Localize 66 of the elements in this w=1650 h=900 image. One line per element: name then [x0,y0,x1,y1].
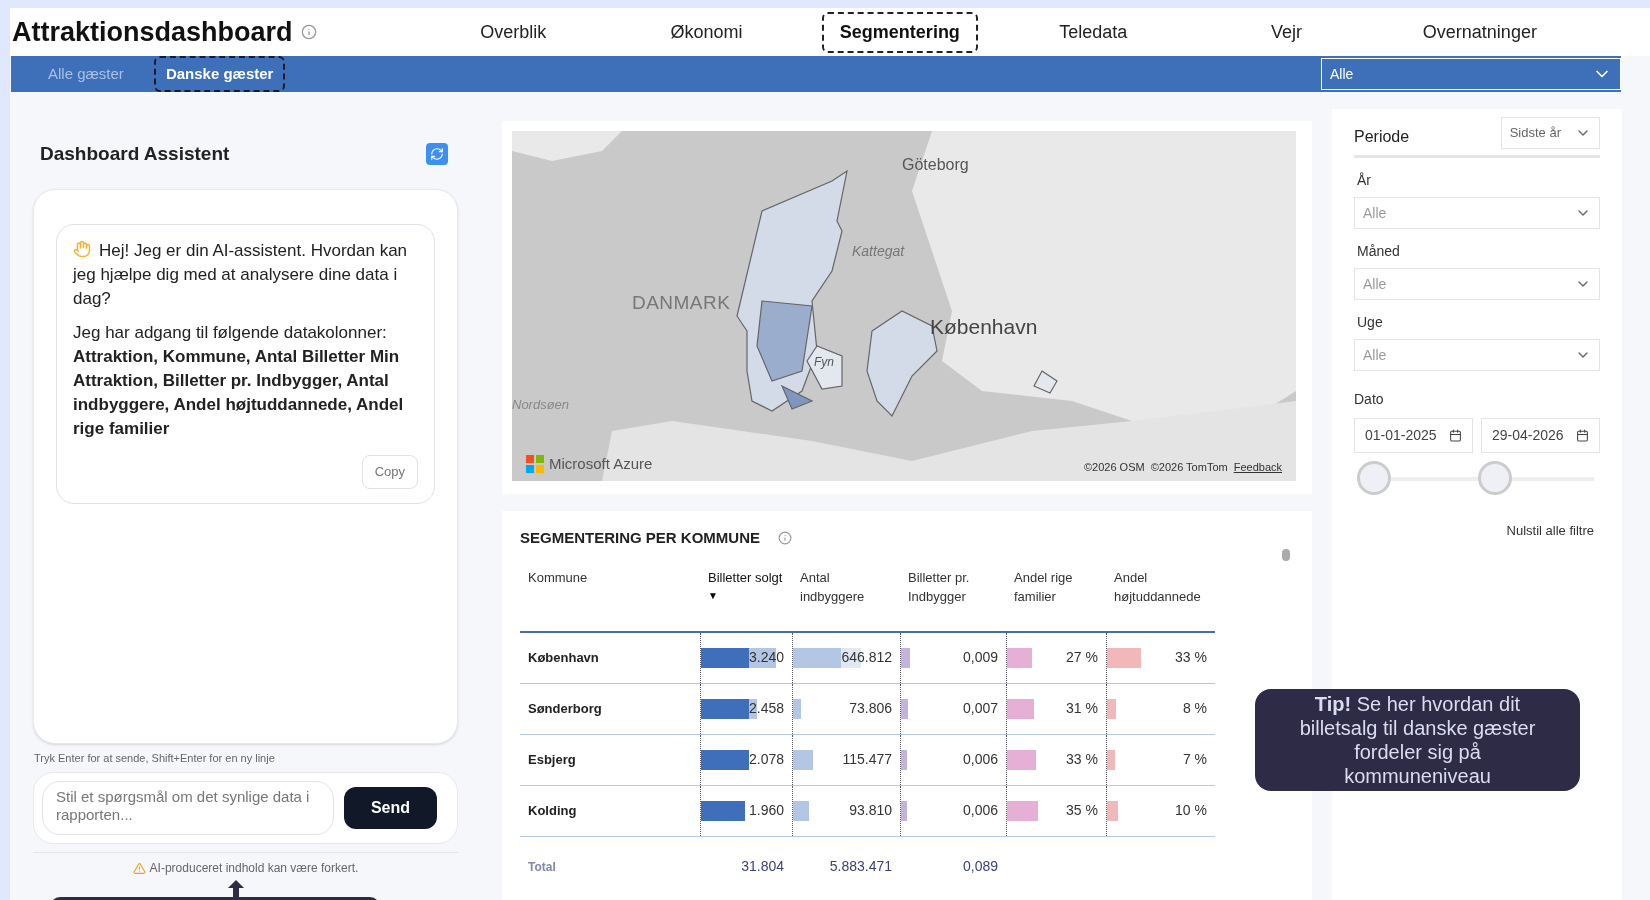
map-attribution: ©2026 OSM [1084,459,1145,475]
info-icon [300,24,317,40]
info-icon [778,531,792,546]
column-header[interactable]: Billetter solgt [708,567,788,587]
column-header[interactable]: Kommune [528,567,696,587]
calendar-icon [1576,429,1589,442]
columns-text: Attraktion, Kommune, Antal Billetter Min Attraktion, Billetter pr. Indbygger, Antal indbyggere, Andel højtuddannede, Andel rige familier [73,345,405,440]
column-header[interactable]: Billetter pr. Indbygger [908,567,1002,606]
map-label: Kattegat [852,242,905,261]
filter-label: År [1356,171,1372,190]
intro-text: Jeg har adgang til følgende datakolonner: [73,321,388,344]
warning-text: AI-produceret indhold kan være forkert. [149,860,359,877]
period-dropdown[interactable]: Sidste år [1500,117,1600,149]
waving-hand-icon [73,239,91,258]
period-label: Periode [1354,127,1410,147]
map-label: DANMARK [632,291,731,315]
date-field[interactable]: 01-01-2025 [1354,418,1473,453]
kommune-cell-text: Sønderborg [527,699,603,718]
slider-thumb[interactable] [1357,461,1391,495]
map-label: Nordsøen [512,396,570,414]
nav-tab[interactable]: Overblik [462,11,565,53]
total-cell-text: 0,089 [961,857,999,876]
filter-label: Uge [1356,313,1384,332]
column-header[interactable]: Antal indbyggere [800,567,896,606]
kommune-cell-text: Kolding [527,801,578,820]
map-brand: Microsoft Azure [549,453,653,474]
column-header[interactable]: Andel rige familier [1014,567,1102,606]
scroll-thumb[interactable] [1282,549,1290,561]
sort-caret-icon: ▼ [708,589,718,602]
guest-tab[interactable]: Danske gæster [153,55,286,93]
filter-label: Måned [1356,242,1401,261]
date-label: Dato [1354,390,1385,409]
calendar-icon [1449,429,1462,442]
filter-dropdown[interactable]: Alle [1321,58,1621,90]
nav-tab[interactable]: Økonomi [652,11,761,53]
nav-tab[interactable]: Segmentering [821,11,978,53]
nav-tab[interactable]: Vejr [1253,11,1321,53]
map-label: København [930,314,1038,340]
feedback-link[interactable]: Feedback [1233,458,1282,475]
up-arrow-icon [228,880,244,898]
total-cell-text: 31.804 [740,857,785,876]
map-label: Fyn [814,354,834,371]
kommune-cell-text: Esbjerg [527,750,577,769]
tip-text: Tip! Se her hvordan dit billetsalg til danske gæster fordeler sig på kommuneniveau [1298,692,1537,788]
greeting-text: Hej! Jeg er din AI-assistent. Hvordan kan jeg hjælpe dig med at analysere dine data i dag? [73,238,409,310]
nav-tab[interactable]: Teledata [1041,11,1146,53]
column-header[interactable]: Andel højtuddannede [1114,567,1211,606]
slider-thumb[interactable] [1478,461,1512,495]
date-field[interactable]: 29-04-2026 [1481,418,1600,453]
map-attribution: ©2026 TomTom [1150,459,1228,475]
reset-filters-button[interactable]: Nulstil alle filtre [1506,521,1594,541]
table-title: SEGMENTERING PER KOMMUNE [520,528,760,548]
kommune-cell-text: København [527,648,600,667]
warning-icon [132,861,146,875]
total-label: Total [527,858,557,876]
map-label: Göteborg [902,155,969,175]
refresh-icon[interactable] [426,143,448,166]
total-cell-text: 5.883.471 [828,857,893,876]
dashboard-title: Attraktionsdashboard [12,15,293,49]
nav-tab[interactable]: Overnatninger [1404,11,1555,53]
copy-button[interactable]: Copy [361,454,418,489]
send-button[interactable]: Send [344,787,437,829]
hint-text: Tryk Enter for at sende, Shift+Enter for en ny linje [34,750,276,766]
windows-logo-icon [526,454,544,473]
assistant-title: Dashboard Assistent [40,142,230,166]
question-field[interactable]: Stil et spørgsmål om det synlige data i rapporten... [42,781,334,835]
